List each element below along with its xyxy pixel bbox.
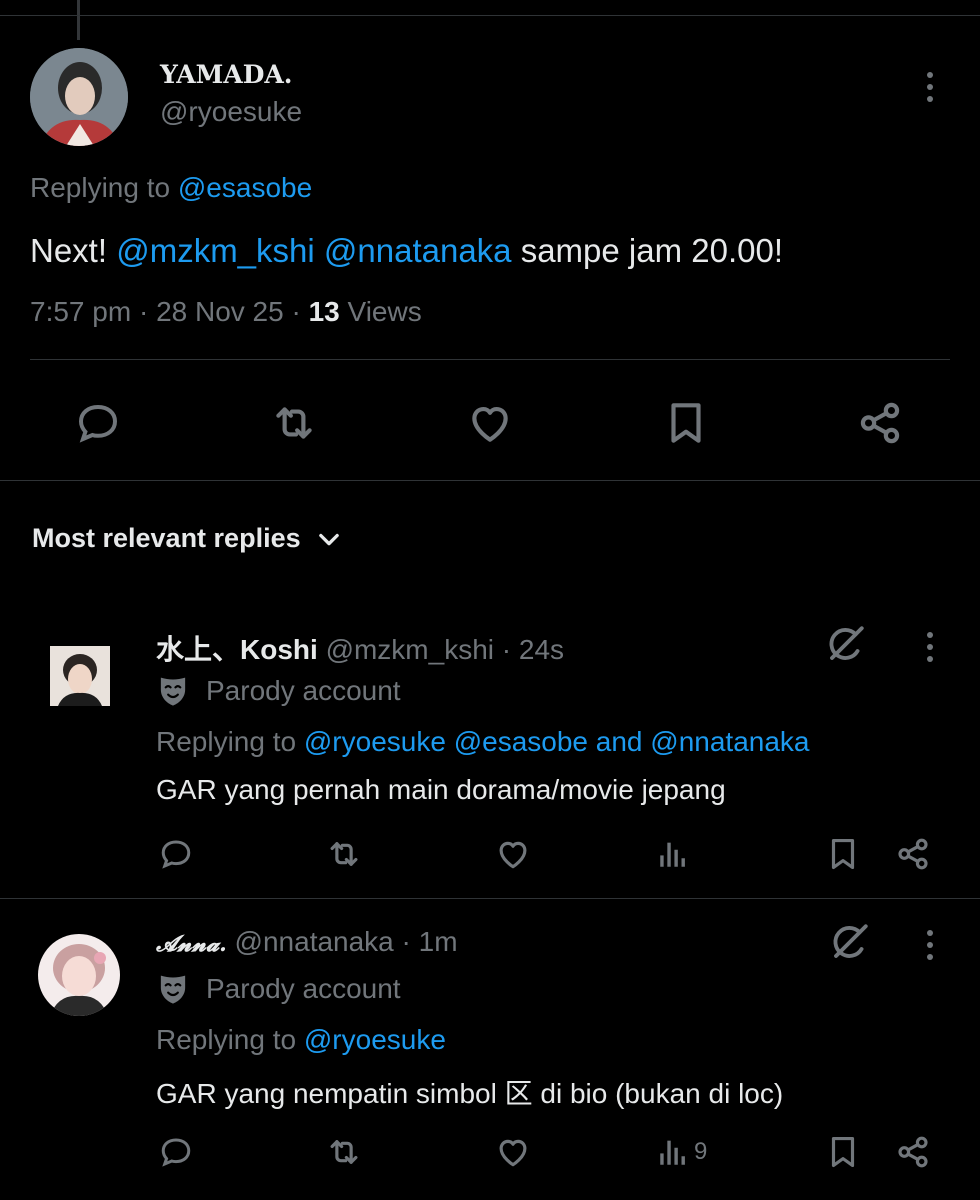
replying-to-link[interactable]: @esasobe [454,726,588,757]
share-icon[interactable] [893,1132,933,1172]
reply-text: GAR yang nempatin simbol 区 di bio (bukan… [156,1078,784,1109]
mention-link[interactable]: @mzkm_kshi [116,232,315,269]
reply-header: 水上、Koshi @mzkm_kshi · 24s [156,634,565,665]
more-options-icon[interactable] [920,926,940,964]
reply-icon[interactable] [156,1132,196,1172]
tweet-meta: 7:57 pm · 28 Nov 25 · 13 Views [30,296,422,328]
views-icon [656,1135,690,1169]
views-label[interactable]: Views [348,296,422,327]
reply-text: GAR yang pernah main dorama/movie jepang [156,774,726,805]
meta-separator: · [138,296,149,327]
bookmark-icon[interactable] [823,834,863,874]
replying-to-link[interactable]: @ryoesuke [304,726,446,757]
grok-icon[interactable] [822,620,870,668]
reply-header: 𝓐𝓷𝓷𝓪. @nnatanaka · 1m [156,926,458,957]
repost-icon[interactable] [324,834,364,874]
replying-prefix: Replying to [156,726,297,757]
replies-sort-dropdown[interactable]: Most relevant replies [32,523,343,554]
reply-divider [0,898,980,899]
reply-handle[interactable]: @mzkm_kshi [326,634,494,665]
parody-label: Parody account [206,675,401,706]
meta-separator: · [291,296,301,327]
replying-and[interactable]: and [596,726,643,757]
avatar[interactable] [30,48,128,146]
parody-mask-icon [158,972,188,1006]
share-icon[interactable] [852,395,908,451]
tweet-time[interactable]: 7:57 pm [30,296,131,327]
replying-to-line: Replying to @ryoesuke [156,1024,446,1056]
reply-display-name[interactable]: 𝓐𝓷𝓷𝓪. [156,931,227,957]
parody-label: Parody account [206,973,401,1004]
mention-link[interactable]: @nnatanaka [324,232,512,269]
like-icon[interactable] [462,395,518,451]
replying-to-link[interactable]: @esasobe [178,172,312,203]
grok-icon[interactable] [826,918,874,966]
tweet-text-tail: sampe jam 20.00! [520,232,784,269]
author-display-name[interactable]: YAMADA. [160,60,293,89]
views-count: 9 [694,1138,708,1165]
parody-badge: Parody account [158,972,401,1006]
views-button[interactable]: 9 [656,1132,726,1172]
reply-icon[interactable] [70,395,126,451]
chevron-down-icon [315,525,343,553]
replies-sort-label: Most relevant replies [32,523,301,553]
parody-mask-icon [158,674,188,708]
views-count[interactable]: 13 [309,296,340,327]
reply-handle[interactable]: @nnatanaka [235,926,394,957]
avatar[interactable] [38,934,120,1016]
tweet-text-lead: Next! [30,232,108,269]
meta-divider [30,359,950,360]
top-divider [0,15,980,16]
actions-divider [0,480,980,481]
repost-icon[interactable] [324,1132,364,1172]
replying-to-link[interactable]: @nnatanaka [650,726,809,757]
tweet-date[interactable]: 28 Nov 25 [156,296,284,327]
replying-to-line: Replying to @ryoesuke @esasobe and @nnat… [156,726,810,758]
like-icon[interactable] [493,834,533,874]
replying-to-link[interactable]: @ryoesuke [304,1024,446,1055]
parody-badge: Parody account [158,674,401,708]
author-handle[interactable]: @ryoesuke [160,96,302,128]
bookmark-icon[interactable] [658,395,714,451]
views-icon[interactable] [656,834,696,874]
thread-line [77,0,80,40]
replying-prefix: Replying to [30,172,171,203]
reply-icon[interactable] [156,834,196,874]
share-icon[interactable] [893,834,933,874]
reply-time[interactable]: 1m [419,926,458,957]
reply-display-name[interactable]: 水上、Koshi [156,634,318,665]
repost-icon[interactable] [266,395,322,451]
like-icon[interactable] [493,1132,533,1172]
replying-prefix: Replying to [156,1024,297,1055]
replying-to-line: Replying to @esasobe [30,172,312,204]
tweet-text: Next! @mzkm_kshi @nnatanaka sampe jam 20… [30,232,783,270]
reply-time[interactable]: 24s [519,634,564,665]
avatar[interactable] [50,646,110,706]
bookmark-icon[interactable] [823,1132,863,1172]
more-options-icon[interactable] [920,628,940,666]
more-options-icon[interactable] [920,68,940,106]
